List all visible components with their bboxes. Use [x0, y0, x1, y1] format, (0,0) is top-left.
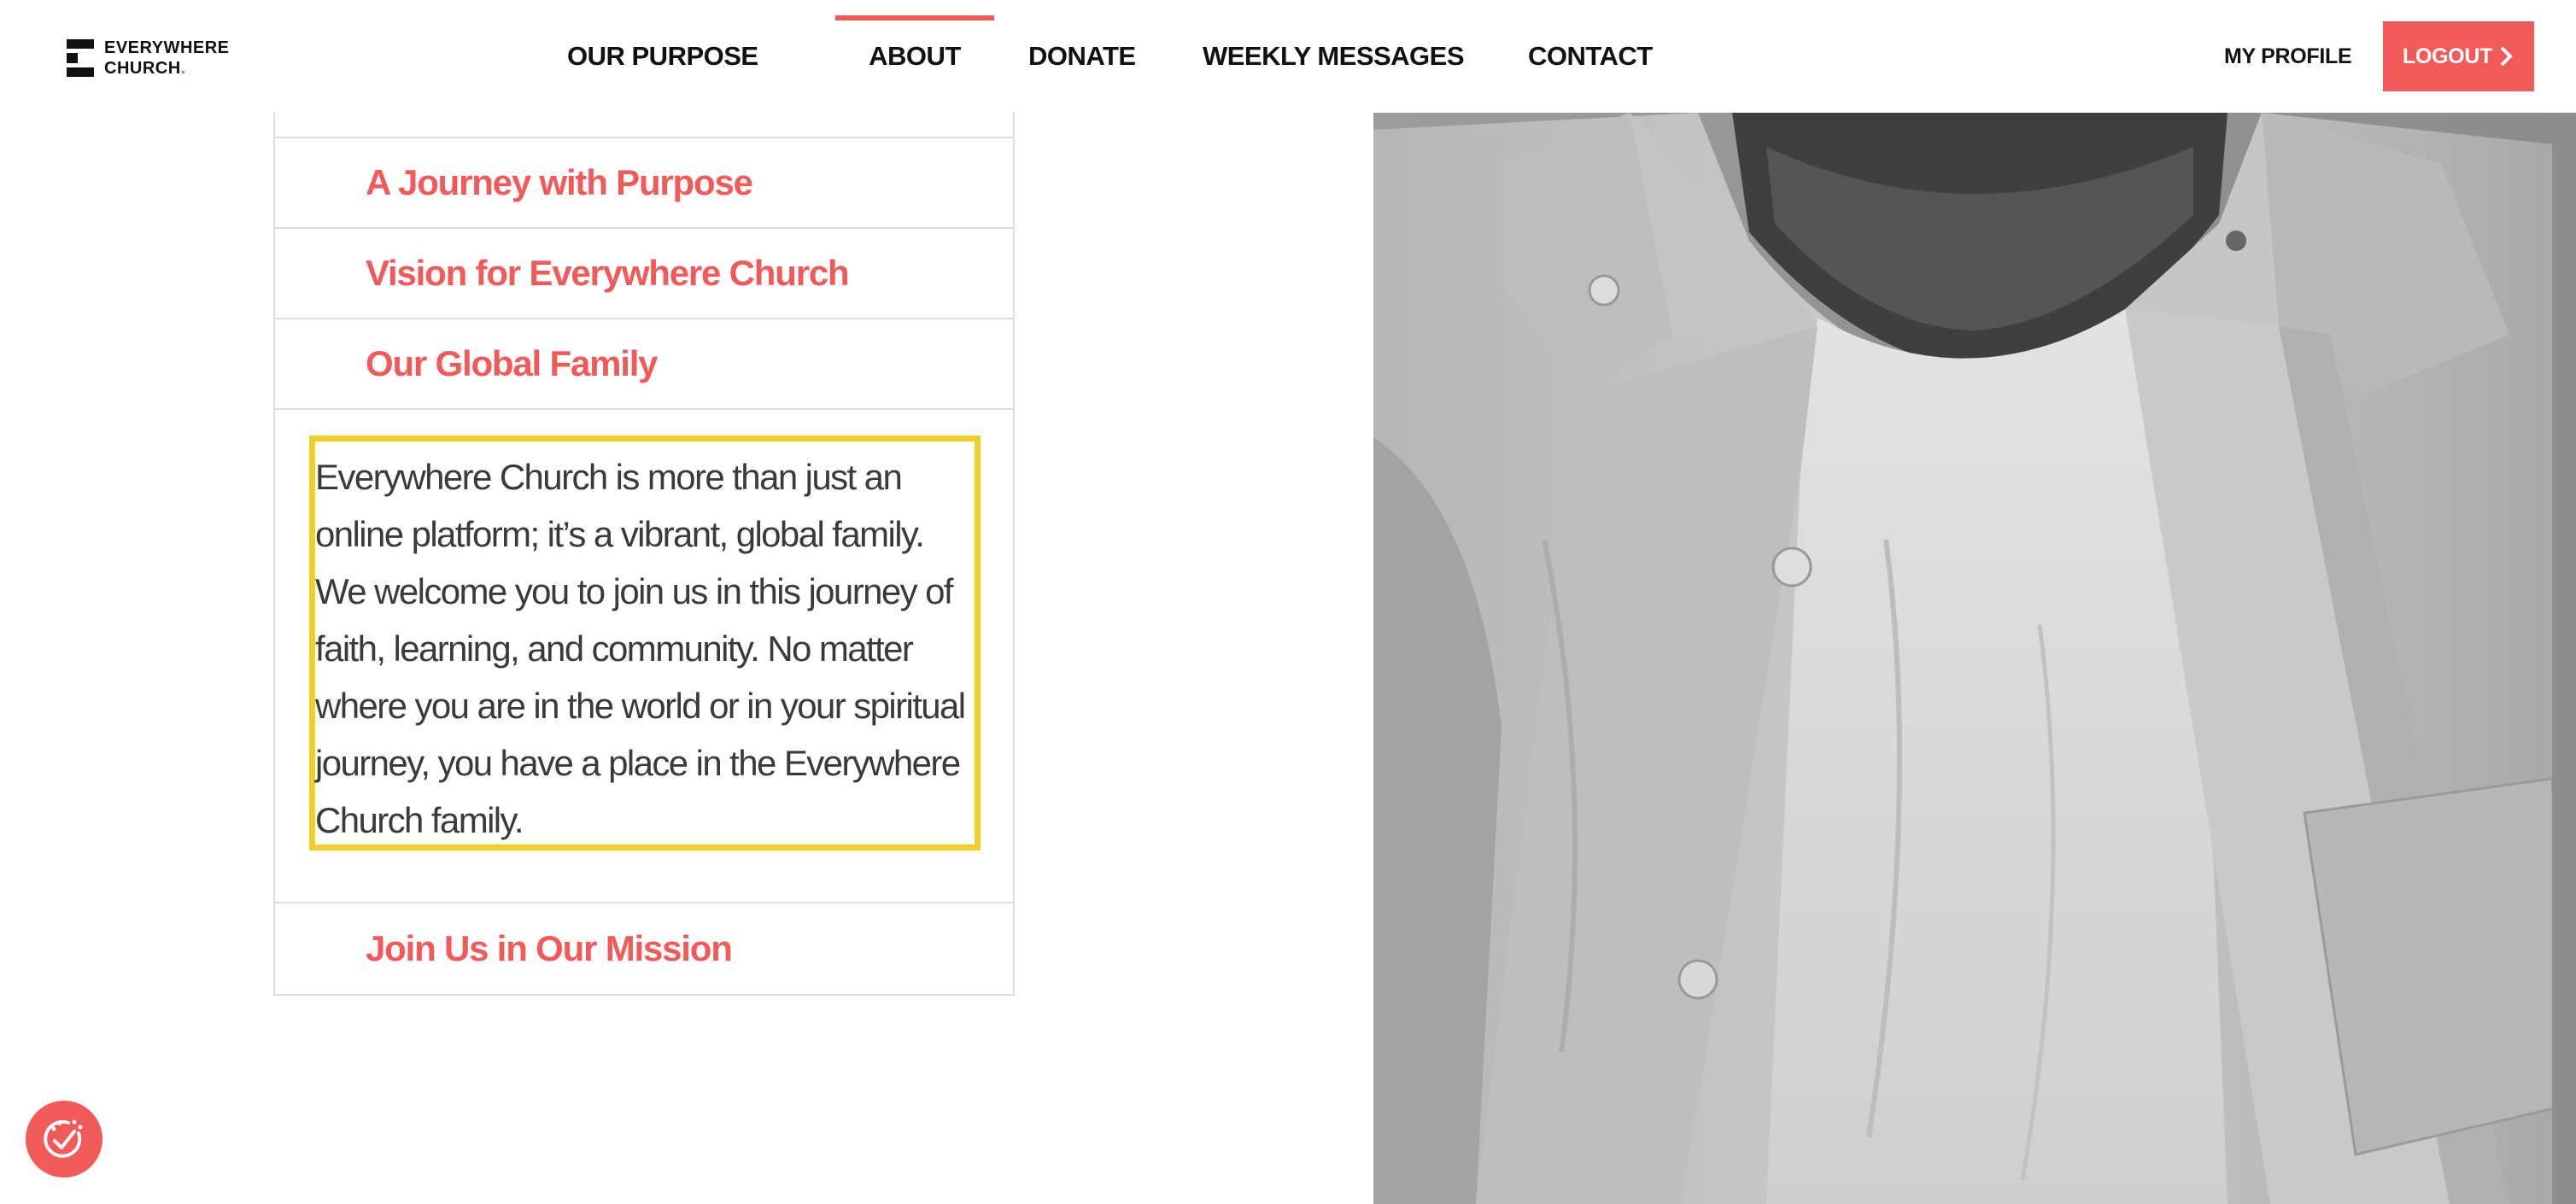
- text-highlight-box: Everywhere Church is more than just an o…: [309, 435, 981, 850]
- accordion-item-journey[interactable]: A Journey with Purpose: [275, 138, 1013, 229]
- about-accordion: A Journey with Purpose Vision for Everyw…: [273, 113, 1015, 996]
- site-header: EVERYWHERE CHURCH. OUR PURPOSE ABOUT DON…: [0, 0, 2576, 113]
- logo[interactable]: EVERYWHERE CHURCH.: [67, 38, 230, 79]
- nav-item-weekly-messages[interactable]: WEEKLY MESSAGES: [1203, 0, 1465, 113]
- chevron-right-icon: [2500, 46, 2513, 67]
- cookie-settings-icon: [44, 1119, 83, 1158]
- accordion-item-vision[interactable]: Vision for Everywhere Church: [275, 229, 1013, 319]
- person-in-light-shirt-photo: [1373, 113, 2576, 1204]
- nav-item-donate[interactable]: DONATE: [1028, 0, 1136, 113]
- cookie-settings-button[interactable]: [26, 1101, 102, 1178]
- global-family-description: Everywhere Church is more than just an o…: [315, 457, 966, 840]
- accordion-item-title: Join Us in Our Mission: [366, 928, 733, 968]
- accordion-item-title: Our Global Family: [366, 343, 659, 383]
- accordion-top-edge: [275, 113, 1013, 138]
- logout-label: LOGOUT: [2402, 44, 2493, 68]
- accordion-item-global-family[interactable]: Our Global Family: [275, 319, 1013, 410]
- logout-button[interactable]: LOGOUT: [2383, 21, 2534, 91]
- accordion-panel-global-family: Everywhere Church is more than just an o…: [275, 410, 1013, 903]
- nav-item-contact[interactable]: CONTACT: [1528, 0, 1653, 113]
- nav-item-our-purpose[interactable]: OUR PURPOSE: [567, 0, 758, 113]
- logo-text: EVERYWHERE CHURCH.: [104, 38, 230, 79]
- my-profile-link[interactable]: MY PROFILE: [2224, 0, 2352, 113]
- logo-line-1: EVERYWHERE: [104, 38, 230, 57]
- accordion-item-title: A Journey with Purpose: [366, 162, 753, 202]
- accordion-item-title: Vision for Everywhere Church: [366, 253, 850, 293]
- logo-line-2: CHURCH: [104, 59, 181, 78]
- accordion-item-join-mission[interactable]: Join Us in Our Mission: [275, 903, 1013, 994]
- logo-mark-icon: [67, 39, 94, 77]
- nav-item-about[interactable]: ABOUT: [835, 0, 994, 113]
- logo-dot: .: [180, 59, 186, 78]
